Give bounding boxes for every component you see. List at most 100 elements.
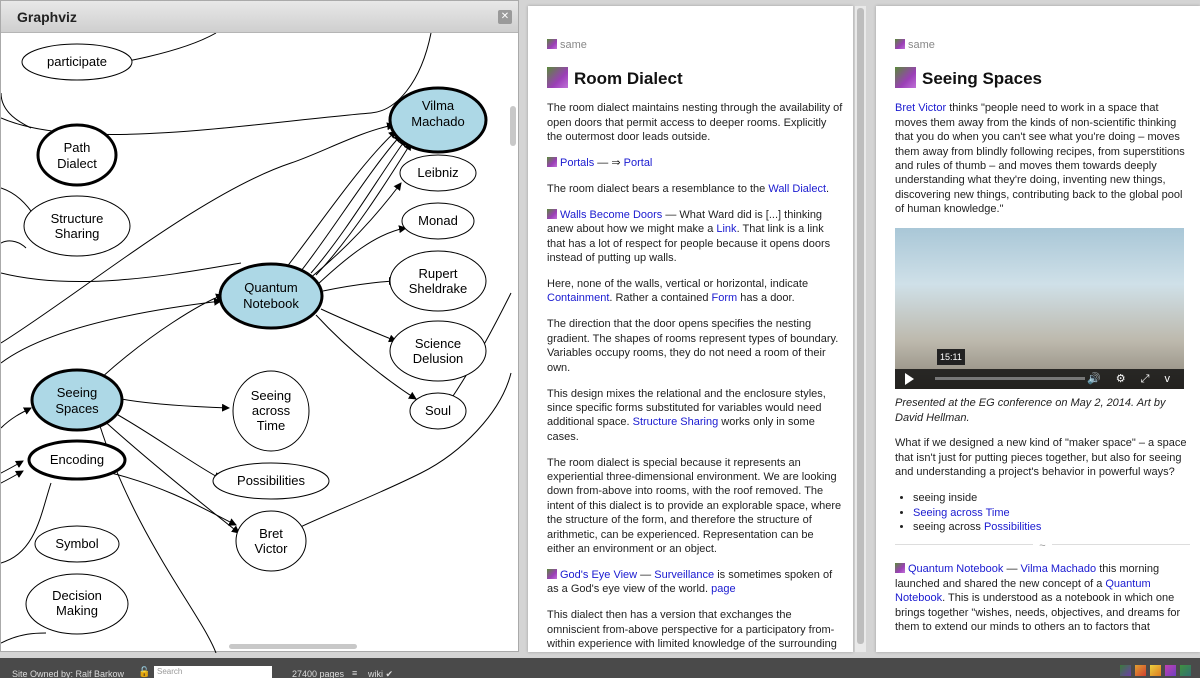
page-scrollbar[interactable] — [855, 6, 866, 652]
bullet-list: seeing inside Seeing across Time seeing … — [913, 491, 1190, 534]
svg-text:Encoding: Encoding — [50, 452, 104, 467]
page-title: Room Dialect — [547, 67, 843, 89]
video-controls[interactable]: 🔊 ⚙ ⤢ v — [1087, 372, 1176, 386]
svg-text:Decision: Decision — [52, 588, 102, 603]
link-wall-dialect[interactable]: Wall Dialect — [768, 183, 826, 195]
same-indicator[interactable]: same — [547, 38, 843, 52]
page-title: Seeing Spaces — [895, 67, 1190, 89]
play-icon[interactable] — [905, 373, 914, 386]
video-progress[interactable] — [935, 377, 1085, 381]
lock-icon[interactable]: 🔓 — [138, 667, 150, 678]
search-input[interactable]: Search — [154, 666, 272, 678]
node-symbol[interactable]: Symbol — [34, 525, 120, 563]
wiki-status[interactable]: wiki ✔ — [368, 669, 393, 678]
node-quantum-notebook[interactable]: Quantum Notebook — [218, 262, 324, 330]
list-item: seeing across Possibilities — [913, 520, 1190, 534]
link-portal[interactable]: Portal — [624, 157, 653, 169]
page-room-dialect: same Room Dialect The room dialect maint… — [528, 6, 853, 652]
site-owner[interactable]: Site Owned by: Ralf Barkow — [12, 669, 124, 678]
link-seeing-across-time[interactable]: Seeing across Time — [913, 507, 1010, 519]
graphviz-vertical-scrollbar[interactable] — [510, 106, 516, 146]
svg-text:Notebook: Notebook — [243, 296, 299, 311]
svg-text:Time: Time — [257, 418, 285, 433]
same-indicator[interactable]: same — [895, 38, 1190, 52]
link-page[interactable]: page — [711, 583, 735, 595]
svg-text:Seeing: Seeing — [251, 388, 291, 403]
node-possibilities[interactable]: Possibilities — [212, 462, 330, 500]
link-form[interactable]: Form — [712, 292, 738, 304]
neighbor-flag-icon[interactable] — [1150, 665, 1161, 676]
paragraph: The room dialect is special because it r… — [547, 456, 842, 556]
paragraph: This design mixes the relational and the… — [547, 387, 826, 443]
neighbor-flag-icon[interactable] — [1135, 665, 1146, 676]
site-flag-icon[interactable] — [547, 157, 557, 168]
link-structure-sharing[interactable]: Structure Sharing — [633, 416, 719, 428]
svg-text:Sheldrake: Sheldrake — [409, 281, 468, 296]
svg-text:Bret: Bret — [259, 526, 283, 541]
node-path-dialect[interactable]: Path Dialect — [36, 123, 118, 187]
link-link[interactable]: Link — [716, 223, 736, 235]
footer: Site Owned by: Ralf Barkow 🔓 Search 2740… — [0, 658, 1200, 678]
reference-portals: Portals — ⇒ Portal — [547, 156, 843, 170]
node-rupert-sheldrake[interactable]: Rupert Sheldrake — [389, 250, 487, 312]
node-encoding[interactable]: Encoding — [27, 439, 127, 481]
svg-text:Delusion: Delusion — [413, 351, 464, 366]
link-walls-become-doors[interactable]: Walls Become Doors — [560, 209, 662, 221]
close-icon[interactable]: ✕ — [498, 10, 512, 24]
node-participate[interactable]: participate — [21, 43, 133, 81]
graphviz-panel: Graphviz ✕ participate Path Dialect Stru… — [0, 0, 519, 653]
neighbor-flag-icon[interactable] — [1165, 665, 1176, 676]
node-decision-making[interactable]: Decision Making — [25, 573, 129, 635]
link-possibilities[interactable]: Possibilities — [984, 521, 1041, 533]
neighborhood-flags — [1120, 665, 1191, 676]
site-flag-icon[interactable] — [547, 208, 557, 219]
link-vilma-machado[interactable]: Vilma Machado — [1021, 563, 1097, 575]
list-icon[interactable]: ≡ — [352, 668, 357, 678]
site-flag-icon — [547, 39, 557, 49]
graphviz-horizontal-scrollbar[interactable] — [229, 644, 357, 649]
svg-text:Machado: Machado — [411, 114, 464, 129]
link-portals[interactable]: Portals — [560, 157, 594, 169]
node-seeing-spaces[interactable]: Seeing Spaces — [30, 368, 124, 432]
scrollbar-thumb[interactable] — [857, 8, 864, 644]
video-player[interactable]: 15:11 🔊 ⚙ ⤢ v — [895, 228, 1184, 390]
svg-text:Dialect: Dialect — [57, 156, 97, 171]
node-monad[interactable]: Monad — [401, 202, 475, 240]
svg-text:Structure: Structure — [51, 211, 104, 226]
link-bret-victor[interactable]: Bret Victor — [895, 102, 946, 114]
svg-text:Victor: Victor — [255, 541, 289, 556]
node-soul[interactable]: Soul — [409, 392, 467, 430]
node-vilma-machado[interactable]: Vilma Machado — [388, 86, 488, 154]
site-flag-icon[interactable] — [547, 568, 557, 579]
video-caption: Presented at the EG conference on May 2,… — [895, 397, 1166, 424]
link-containment[interactable]: Containment — [547, 292, 609, 304]
graphviz-title-bar[interactable]: Graphviz ✕ — [1, 1, 518, 33]
node-bret-victor[interactable]: Bret Victor — [235, 510, 307, 572]
svg-text:Rupert: Rupert — [418, 266, 457, 281]
video-time: 15:11 — [937, 348, 965, 366]
page-seeing-spaces: same Seeing Spaces Bret Victor thinks "p… — [876, 6, 1200, 652]
svg-text:Science: Science — [415, 336, 461, 351]
link-gods-eye-view[interactable]: God's Eye View — [560, 569, 637, 581]
video-control-bar: 🔊 ⚙ ⤢ v — [895, 369, 1184, 390]
site-flag-icon[interactable] — [895, 67, 916, 89]
link-quantum-notebook[interactable]: Quantum Notebook — [908, 563, 1003, 575]
neighbor-flag-icon[interactable] — [1180, 665, 1191, 676]
neighbor-flag-icon[interactable] — [1120, 665, 1131, 676]
site-flag-icon[interactable] — [547, 67, 568, 89]
svg-text:Path: Path — [64, 140, 91, 155]
separator: ~ — [895, 540, 1190, 554]
svg-text:Soul: Soul — [425, 403, 451, 418]
node-structure-sharing[interactable]: Structure Sharing — [23, 195, 131, 257]
paragraph: Bret Victor thinks "people need to work … — [895, 102, 1185, 216]
reference-gods-eye: God's Eye View — Surveillance is sometim… — [547, 568, 833, 596]
link-surveillance[interactable]: Surveillance — [654, 569, 714, 581]
svg-text:Seeing: Seeing — [57, 385, 97, 400]
node-seeing-across-time[interactable]: Seeing across Time — [232, 370, 310, 452]
site-flag-icon[interactable] — [895, 563, 905, 574]
node-leibniz[interactable]: Leibniz — [399, 154, 477, 192]
svg-text:Quantum: Quantum — [244, 280, 297, 295]
node-science-delusion[interactable]: Science Delusion — [389, 320, 487, 382]
svg-text:across: across — [252, 403, 291, 418]
svg-text:Monad: Monad — [418, 213, 458, 228]
